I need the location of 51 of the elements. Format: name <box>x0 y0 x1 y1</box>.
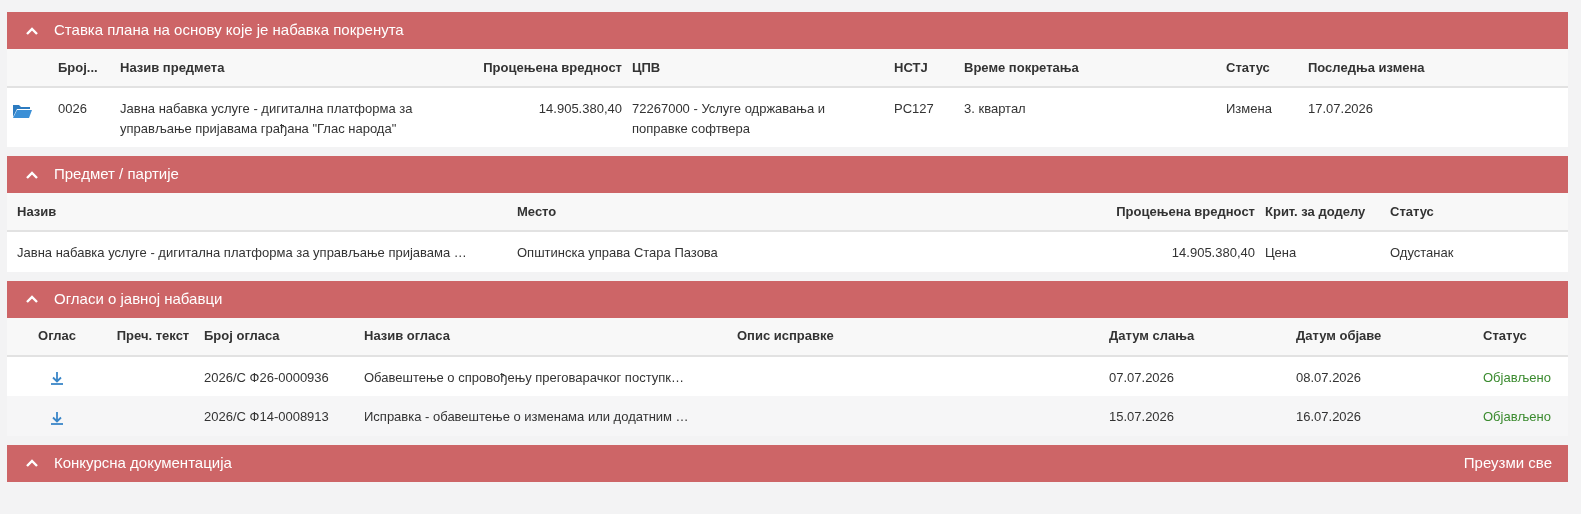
section-title: Конкурсна документација <box>54 452 233 473</box>
table-cell: Исправка - обавештење о изменама или додатним … <box>364 409 689 424</box>
table-cell: 16.07.2026 <box>1296 409 1362 424</box>
column-header[interactable]: Статус <box>1390 203 1434 219</box>
download-icon[interactable] <box>50 371 64 386</box>
table-cell: Цена <box>1265 245 1297 260</box>
download-all-button[interactable]: Преузми све <box>1463 451 1552 475</box>
download-icon[interactable] <box>50 410 64 425</box>
section-title: Огласи о јавној набавци <box>54 288 224 309</box>
column-header[interactable]: Датум објаве <box>1296 328 1382 344</box>
column-header[interactable]: Назив предмета <box>120 59 225 75</box>
table-cell: Објављено <box>1483 369 1551 385</box>
chevron-up-icon[interactable] <box>25 169 39 180</box>
table-cell: 17.07.2026 <box>1308 101 1374 116</box>
column-header[interactable]: Последња измена <box>1308 59 1425 75</box>
section-header[interactable]: Огласи о јавној набавци <box>7 280 1568 318</box>
section-header[interactable]: Конкурсна документација Преузми све <box>7 444 1568 482</box>
table-cell: 2026/С Ф14-0008913 <box>204 409 329 424</box>
column-header[interactable]: Време покретања <box>964 59 1079 75</box>
table-cell: PC127 <box>894 101 934 116</box>
table-cell: Измена <box>1226 101 1272 116</box>
table-cell: Обавештење о спровођењу преговарачког поступк… <box>364 369 684 385</box>
column-header[interactable]: Оглас <box>38 328 76 344</box>
column-header[interactable]: Место <box>517 203 557 219</box>
section-title: Ставка плана на основу које је набавка покренута <box>54 20 405 41</box>
column-header[interactable]: Број огласа <box>204 328 280 344</box>
chevron-up-icon[interactable] <box>25 294 39 304</box>
section-header[interactable]: Предмет / партије <box>7 156 1568 193</box>
table-cell: 07.07.2026 <box>1109 369 1175 385</box>
table-cell: 15.07.2026 <box>1109 409 1175 424</box>
column-header[interactable]: Опис исправке <box>737 328 834 344</box>
table-cell: Општинска управа Стара Пазова <box>517 245 718 260</box>
table-cell: 2026/С Ф26-0000936 <box>204 369 329 385</box>
table-cell: Јавна набавка услуге - дигитална платформа за управљање пријавама грађана "Глас народа" <box>120 101 413 136</box>
column-header[interactable]: Назив огласа <box>364 328 450 344</box>
table-cell: 0026 <box>58 101 87 116</box>
table-cell: Јавна набавка услуге - дигитална платформа за управљање пријавама … <box>17 245 467 260</box>
table-cell: Објављено <box>1483 409 1551 424</box>
section-title: Предмет / партије <box>54 164 180 185</box>
section-header[interactable]: Ставка плана на основу које је набавка покренута <box>7 12 1568 49</box>
table-cell: 14.905.380,40 <box>538 101 622 116</box>
column-header[interactable]: Назив <box>17 203 57 219</box>
chevron-up-icon[interactable] <box>25 458 39 468</box>
table-cell: 3. квартал <box>964 101 1026 116</box>
column-header[interactable]: Датум слања <box>1109 328 1195 344</box>
table-cell: 14.905.380,40 <box>1171 245 1255 260</box>
column-header[interactable]: ЦПВ <box>632 59 661 75</box>
table-cell: 72267000 - Услуге одржавања и поправке софтвера <box>632 101 825 136</box>
chevron-up-icon[interactable] <box>25 25 39 36</box>
table-cell: 08.07.2026 <box>1296 369 1362 385</box>
table-cell: Одустанак <box>1390 245 1454 260</box>
